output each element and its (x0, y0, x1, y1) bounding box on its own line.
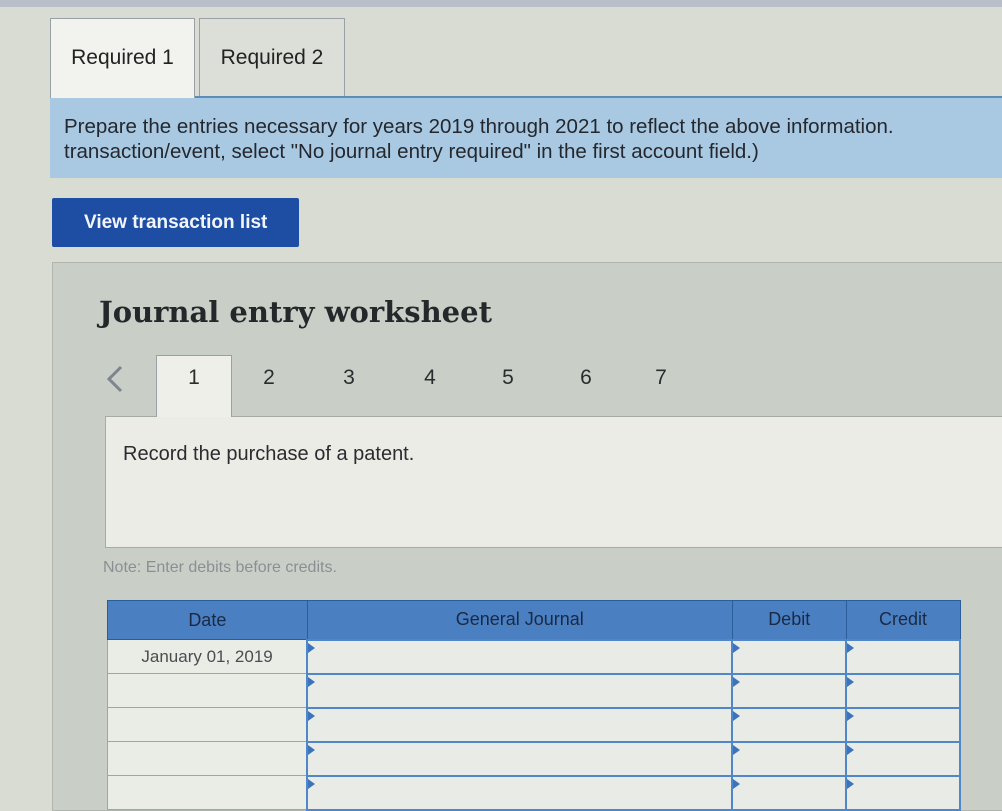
date-cell (107, 741, 308, 776)
account-input[interactable] (306, 774, 734, 811)
debit-input[interactable] (731, 638, 848, 675)
account-input[interactable] (306, 706, 734, 743)
header-debit: Debit (731, 600, 847, 640)
step-tab-7[interactable]: 7 (635, 363, 687, 397)
tab-required-1-label: Required 1 (71, 46, 174, 69)
tab-required-2[interactable]: Required 2 (199, 18, 345, 96)
credit-input[interactable] (845, 638, 961, 675)
debit-input[interactable] (731, 706, 848, 743)
debit-input[interactable] (731, 774, 848, 811)
step-tab-7-label: 7 (655, 366, 667, 389)
step-tab-4-label: 4 (424, 366, 436, 389)
table-row (107, 672, 961, 709)
chevron-left-icon (106, 365, 123, 393)
step-tab-5-label: 5 (502, 366, 514, 389)
table-row: January 01, 2019 (107, 638, 961, 675)
debit-input[interactable] (731, 672, 848, 709)
step-tab-3-label: 3 (343, 366, 355, 389)
tab-required-2-label: Required 2 (220, 46, 324, 69)
credit-input[interactable] (845, 706, 961, 743)
worksheet-title: Journal entry worksheet (99, 295, 492, 329)
credit-input[interactable] (845, 740, 961, 777)
debit-input[interactable] (731, 740, 848, 777)
step-tab-1[interactable]: 1 (156, 355, 232, 417)
header-date: Date (107, 600, 308, 640)
header-general-journal: General Journal (306, 600, 733, 640)
top-strip (0, 0, 1002, 7)
table-row (107, 706, 961, 743)
step-tab-2[interactable]: 2 (243, 363, 295, 397)
header-credit: Credit (845, 600, 961, 640)
step-tab-4[interactable]: 4 (404, 363, 456, 397)
prev-step-button[interactable] (101, 361, 129, 397)
date-cell (107, 707, 308, 742)
credit-input[interactable] (845, 672, 961, 709)
step-tab-5[interactable]: 5 (482, 363, 534, 397)
transaction-description-panel: Record the purchase of a patent. (105, 416, 1002, 548)
account-input[interactable] (306, 638, 734, 675)
instructions-line-1: Prepare the entries necessary for years … (64, 115, 894, 138)
step-tab-2-label: 2 (263, 366, 275, 389)
credit-input[interactable] (845, 774, 961, 811)
entry-note: Note: Enter debits before credits. (103, 559, 337, 576)
date-cell: January 01, 2019 (107, 639, 308, 674)
view-transaction-list-button[interactable]: View transaction list (52, 198, 299, 247)
journal-table: Date General Journal Debit Credit Januar… (107, 600, 961, 811)
step-tab-6[interactable]: 6 (560, 363, 612, 397)
instructions-line-2: transaction/event, select "No journal en… (64, 140, 759, 163)
date-cell (107, 673, 308, 708)
step-tab-3[interactable]: 3 (323, 363, 375, 397)
journal-entry-worksheet: Journal entry worksheet 1 2 3 4 5 6 7 Re… (52, 262, 1002, 811)
tab-required-1[interactable]: Required 1 (50, 18, 195, 98)
account-input[interactable] (306, 740, 734, 777)
step-tab-6-label: 6 (580, 366, 592, 389)
step-tab-1-label: 1 (188, 366, 200, 389)
account-input[interactable] (306, 672, 734, 709)
instructions-box: Prepare the entries necessary for years … (50, 96, 1002, 178)
date-cell (107, 775, 308, 810)
journal-table-header: Date General Journal Debit Credit (107, 600, 961, 640)
table-row (107, 740, 961, 777)
transaction-description: Record the purchase of a patent. (123, 443, 415, 465)
table-row (107, 774, 961, 811)
